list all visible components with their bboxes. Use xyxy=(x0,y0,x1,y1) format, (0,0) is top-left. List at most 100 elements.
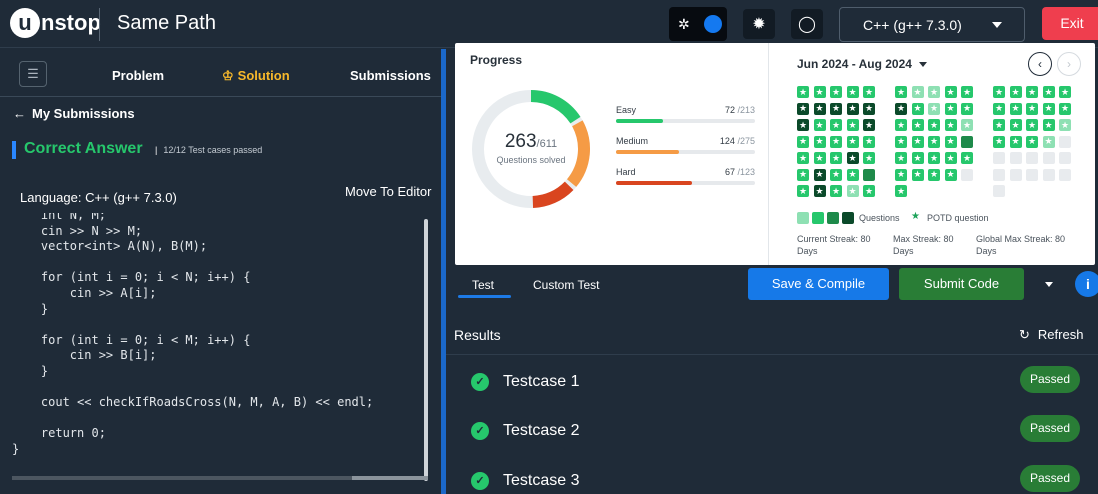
calendar-day[interactable]: ★ xyxy=(895,86,907,98)
calendar-day[interactable]: ★ xyxy=(911,102,924,115)
info-icon[interactable]: i xyxy=(1075,271,1098,297)
calendar-day[interactable]: ★ xyxy=(911,86,924,98)
calendar-day[interactable]: ★ xyxy=(961,86,973,98)
move-to-editor-button[interactable]: Move To Editor xyxy=(345,184,431,199)
calendar-day[interactable]: ★ xyxy=(944,135,957,148)
calendar-day[interactable]: ★ xyxy=(797,185,809,197)
theme-toggle[interactable]: ✲ xyxy=(669,7,727,41)
calendar-day[interactable]: ★ xyxy=(797,135,809,148)
calendar-day[interactable]: ★ xyxy=(1042,135,1055,148)
calendar-day[interactable]: ★ xyxy=(846,152,859,164)
calendar-day[interactable]: ★ xyxy=(846,102,859,115)
calendar-day[interactable]: ★ xyxy=(863,119,875,131)
calendar-day[interactable]: ★ xyxy=(1042,86,1055,98)
calendar-day[interactable]: ★ xyxy=(911,119,924,131)
tab-custom-test[interactable]: Custom Test xyxy=(533,278,599,292)
calendar-day[interactable]: ★ xyxy=(895,152,907,164)
calendar-day[interactable]: ★ xyxy=(813,152,826,164)
calendar-day[interactable]: ★ xyxy=(830,86,842,98)
calendar-day[interactable]: ★ xyxy=(928,152,940,164)
calendar-day[interactable]: ★ xyxy=(830,135,842,148)
calendar-day[interactable]: ★ xyxy=(813,86,826,98)
calendar-day[interactable]: ★ xyxy=(1009,86,1022,98)
calendar-day[interactable]: ★ xyxy=(1059,119,1071,131)
prev-range-button[interactable]: ‹ xyxy=(1028,52,1052,76)
calendar-day[interactable]: ★ xyxy=(928,168,940,181)
calendar-day[interactable]: ★ xyxy=(813,102,826,115)
calendar-day[interactable]: ★ xyxy=(944,102,957,115)
testcase-row[interactable]: ✓ Testcase 1 Passed xyxy=(446,357,1098,407)
calendar-day[interactable]: ★ xyxy=(911,152,924,164)
calendar-day[interactable]: ★ xyxy=(846,135,859,148)
calendar-day[interactable] xyxy=(1059,168,1071,181)
calendar-day[interactable]: ★ xyxy=(895,119,907,131)
calendar-day[interactable]: ★ xyxy=(830,119,842,131)
calendar-day[interactable] xyxy=(1059,152,1071,164)
calendar-day[interactable]: ★ xyxy=(1059,102,1071,115)
save-compile-button[interactable]: Save & Compile xyxy=(748,268,889,300)
language-select[interactable]: C++ (g++ 7.3.0) xyxy=(839,7,1025,42)
calendar-day[interactable] xyxy=(1009,168,1022,181)
calendar-day[interactable]: ★ xyxy=(944,119,957,131)
calendar-day[interactable]: ★ xyxy=(993,102,1005,115)
calendar-day[interactable]: ★ xyxy=(846,185,859,197)
calendar-day[interactable]: ★ xyxy=(944,168,957,181)
calendar-day[interactable] xyxy=(1042,168,1055,181)
calendar-day[interactable]: ★ xyxy=(1026,119,1038,131)
calendar-day[interactable] xyxy=(993,168,1005,181)
calendar-day[interactable]: ★ xyxy=(895,168,907,181)
calendar-day[interactable]: ★ xyxy=(1042,119,1055,131)
calendar-day[interactable]: ★ xyxy=(1026,86,1038,98)
horizontal-scroll-thumb[interactable] xyxy=(12,476,352,480)
calendar-day[interactable]: ★ xyxy=(944,152,957,164)
tab-solution[interactable]: ♔ Solution xyxy=(222,68,290,84)
calendar-day[interactable]: ★ xyxy=(928,102,940,115)
calendar-day[interactable]: ★ xyxy=(797,102,809,115)
calendar-day[interactable] xyxy=(1026,152,1038,164)
calendar-day[interactable]: ★ xyxy=(863,185,875,197)
calendar-day[interactable]: ★ xyxy=(813,168,826,181)
calendar-day[interactable]: ★ xyxy=(830,168,842,181)
calendar-day[interactable]: ★ xyxy=(993,135,1005,148)
calendar-day[interactable]: ★ xyxy=(1026,102,1038,115)
calendar-day[interactable]: ★ xyxy=(813,119,826,131)
calendar-day[interactable]: ★ xyxy=(1026,135,1038,148)
calendar-day[interactable]: ★ xyxy=(993,119,1005,131)
calendar-day[interactable] xyxy=(961,135,973,148)
calendar-day[interactable]: ★ xyxy=(895,135,907,148)
calendar-day[interactable]: ★ xyxy=(863,135,875,148)
calendar-day[interactable]: ★ xyxy=(863,86,875,98)
calendar-day[interactable]: ★ xyxy=(846,119,859,131)
hint-button[interactable]: ◯ xyxy=(791,9,823,39)
calendar-day[interactable]: ★ xyxy=(1009,102,1022,115)
back-to-submissions[interactable]: ← My Submissions xyxy=(13,106,141,121)
calendar-day[interactable]: ★ xyxy=(830,185,842,197)
calendar-day[interactable]: ★ xyxy=(944,86,957,98)
calendar-day[interactable]: ★ xyxy=(813,135,826,148)
testcase-row[interactable]: ✓ Testcase 2 Passed xyxy=(446,406,1098,456)
calendar-day[interactable]: ★ xyxy=(911,135,924,148)
calendar-day[interactable]: ★ xyxy=(993,86,1005,98)
calendar-day[interactable] xyxy=(1042,152,1055,164)
calendar-day[interactable] xyxy=(1026,168,1038,181)
calendar-day[interactable]: ★ xyxy=(961,102,973,115)
testcase-row[interactable]: ✓ Testcase 3 Passed xyxy=(446,456,1098,494)
debug-button[interactable]: ✹ xyxy=(743,9,775,39)
calendar-day[interactable]: ★ xyxy=(928,86,940,98)
calendar-day[interactable]: ★ xyxy=(895,102,907,115)
calendar-day[interactable]: ★ xyxy=(863,152,875,164)
calendar-day[interactable]: ★ xyxy=(1009,135,1022,148)
calendar-day[interactable]: ★ xyxy=(830,152,842,164)
calendar-day[interactable] xyxy=(993,185,1005,197)
calendar-day[interactable]: ★ xyxy=(1009,119,1022,131)
exit-button[interactable]: Exit xyxy=(1042,7,1098,40)
calendar-day[interactable]: ★ xyxy=(797,119,809,131)
calendar-day[interactable]: ★ xyxy=(895,185,907,197)
calendar-day[interactable]: ★ xyxy=(928,135,940,148)
date-range-select[interactable]: Jun 2024 - Aug 2024 xyxy=(797,57,927,71)
calendar-day[interactable]: ★ xyxy=(1059,86,1071,98)
calendar-day[interactable] xyxy=(961,168,973,181)
calendar-day[interactable]: ★ xyxy=(846,168,859,181)
calendar-day[interactable]: ★ xyxy=(797,86,809,98)
calendar-day[interactable]: ★ xyxy=(928,119,940,131)
